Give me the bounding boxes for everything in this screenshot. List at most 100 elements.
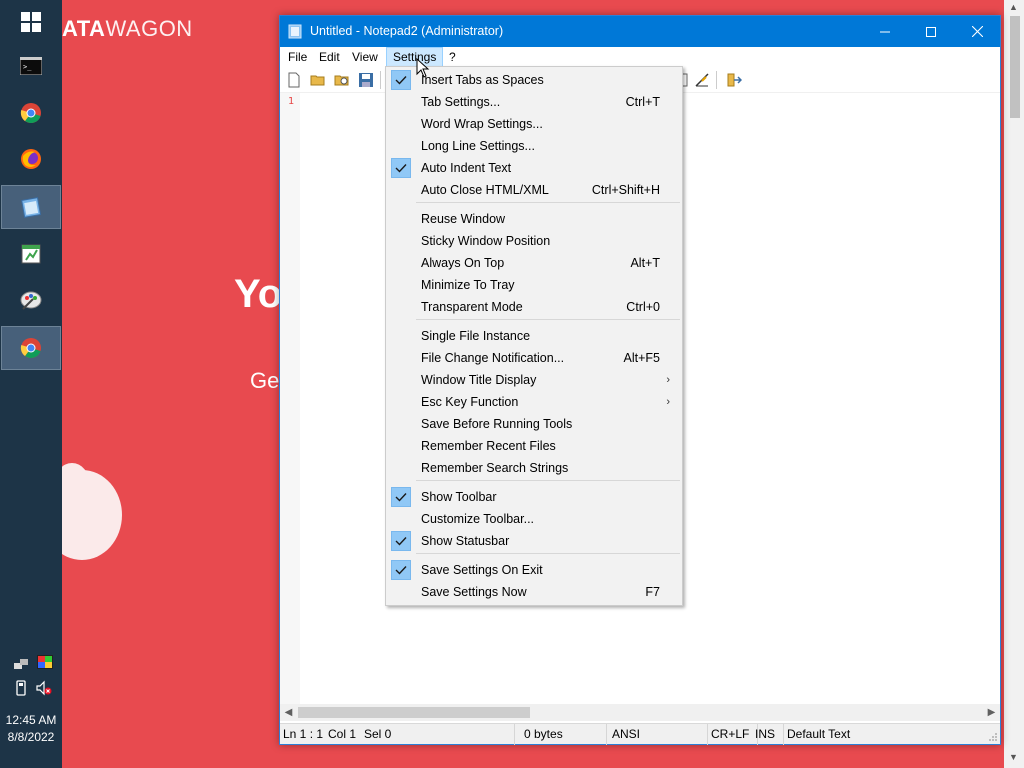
menu-view[interactable]: View [346, 47, 384, 67]
menu-item-esc-key-function[interactable]: Esc Key Function › [388, 391, 680, 413]
network-icon[interactable] [13, 656, 29, 672]
menu-edit[interactable]: Edit [313, 47, 346, 67]
maximize-button[interactable] [908, 16, 954, 47]
taskbar-firefox[interactable] [1, 137, 61, 181]
menu-item-remember-search-strings[interactable]: Remember Search Strings [388, 457, 680, 479]
menu-item-transparent-mode[interactable]: Transparent Mode Ctrl+0 [388, 296, 680, 318]
title-bar[interactable]: Untitled - Notepad2 (Administrator) [280, 16, 1000, 47]
taskbar-editor[interactable] [1, 232, 61, 276]
scheme-icon[interactable] [694, 72, 710, 88]
menu-item-label: Esc Key Function [421, 395, 519, 409]
menu-item-label: Auto Indent Text [421, 161, 512, 175]
status-eol[interactable]: CR+LF [708, 724, 758, 745]
menu-item-save-before-running-tools[interactable]: Save Before Running Tools [388, 413, 680, 435]
status-line: Ln 1 : 1 [283, 727, 324, 741]
browser-scrollbar[interactable]: ▲ ▼ [1004, 0, 1024, 768]
resize-grip-icon[interactable] [988, 732, 998, 742]
minimize-button[interactable] [862, 16, 908, 47]
menu-item-long-line-settings[interactable]: Long Line Settings... [388, 135, 680, 157]
menu-item-always-on-top[interactable]: Always On Top Alt+T [388, 252, 680, 274]
menu-item-auto-indent-text[interactable]: Auto Indent Text [388, 157, 680, 179]
menu-item-label: Save Settings On Exit [421, 563, 543, 577]
browse-folder-icon[interactable] [334, 72, 350, 88]
windows-icon [21, 12, 41, 32]
menu-item-label: Window Title Display [421, 373, 537, 387]
menu-item-label: Word Wrap Settings... [421, 117, 543, 131]
menu-separator [416, 202, 680, 203]
notepad2-icon [288, 24, 302, 39]
close-button[interactable] [954, 16, 1000, 47]
menu-item-save-settings-now[interactable]: Save Settings Now F7 [388, 581, 680, 603]
checkmark-icon [391, 560, 411, 580]
checkmark-icon [391, 487, 411, 507]
mouse-cursor-icon [416, 58, 430, 78]
menu-item-minimize-to-tray[interactable]: Minimize To Tray [388, 274, 680, 296]
color-display-icon[interactable] [37, 655, 53, 671]
menu-bar: File Edit View Settings ? [280, 47, 1000, 67]
menu-item-label: Save Settings Now [421, 585, 527, 599]
status-encoding[interactable]: ANSI [609, 724, 708, 745]
menu-item-show-statusbar[interactable]: Show Statusbar [388, 530, 680, 552]
terminal-icon: >_ [20, 57, 42, 75]
scroll-right-icon[interactable]: ▶ [983, 704, 1000, 721]
menu-item-save-settings-on-exit[interactable]: Save Settings On Exit [388, 559, 680, 581]
horizontal-scrollbar[interactable]: ◀ ▶ [280, 704, 1000, 721]
menu-item-single-file-instance[interactable]: Single File Instance [388, 325, 680, 347]
spreadsheet-icon [21, 244, 41, 264]
new-file-icon[interactable] [286, 72, 302, 88]
taskbar-terminal[interactable]: >_ [1, 44, 61, 88]
menu-file[interactable]: File [282, 47, 313, 67]
open-folder-icon[interactable] [310, 72, 326, 88]
menu-item-file-change-notification[interactable]: File Change Notification... Alt+F5 [388, 347, 680, 369]
menu-item-label: Insert Tabs as Spaces [421, 73, 544, 87]
menu-item-reuse-window[interactable]: Reuse Window [388, 208, 680, 230]
exit-icon[interactable] [726, 72, 742, 88]
start-button[interactable] [1, 0, 61, 44]
clock-date[interactable]: 8/8/2022 [0, 729, 62, 746]
menu-item-word-wrap-settings[interactable]: Word Wrap Settings... [388, 113, 680, 135]
menu-item-label: Long Line Settings... [421, 139, 535, 153]
menu-separator [416, 480, 680, 481]
clock-time[interactable]: 12:45 AM [0, 712, 62, 729]
taskbar-paint[interactable] [1, 278, 61, 322]
menu-item-remember-recent-files[interactable]: Remember Recent Files [388, 435, 680, 457]
menu-item-label: Tab Settings... [421, 95, 501, 109]
scroll-left-icon[interactable]: ◀ [280, 704, 297, 721]
taskbar-notepad2[interactable] [1, 185, 61, 229]
window-title: Untitled - Notepad2 (Administrator) [310, 24, 504, 38]
volume-muted-icon[interactable] [36, 680, 52, 696]
menu-item-customize-toolbar[interactable]: Customize Toolbar... [388, 508, 680, 530]
save-icon[interactable] [358, 72, 374, 88]
browser-scroll-thumb[interactable] [1010, 16, 1020, 118]
menu-item-label: Save Before Running Tools [421, 417, 573, 431]
svg-text:>_: >_ [23, 63, 32, 71]
checkmark-icon [391, 70, 411, 90]
status-scheme[interactable]: Default Text [784, 724, 984, 745]
menu-item-label: Single File Instance [421, 329, 531, 343]
menu-item-sticky-window-position[interactable]: Sticky Window Position [388, 230, 680, 252]
menu-item-label: Reuse Window [421, 212, 506, 226]
site-headline: Yo [234, 272, 283, 316]
usb-device-icon[interactable] [13, 680, 29, 696]
menu-item-show-toolbar[interactable]: Show Toolbar [388, 486, 680, 508]
menu-item-insert-tabs-as-spaces[interactable]: Insert Tabs as Spaces [388, 69, 680, 91]
status-mode[interactable]: INS [752, 724, 784, 745]
menu-settings[interactable]: Settings [386, 47, 444, 67]
horizontal-scroll-thumb[interactable] [298, 707, 530, 718]
taskbar-chrome-2[interactable] [1, 326, 61, 370]
taskbar-chrome[interactable] [1, 91, 61, 135]
menu-help[interactable]: ? [443, 47, 462, 67]
menu-item-shortcut: F7 [645, 585, 660, 599]
line-number: 1 [288, 96, 295, 107]
menu-item-shortcut: Ctrl+Shift+H [591, 183, 660, 197]
menu-item-window-title-display[interactable]: Window Title Display › [388, 369, 680, 391]
menu-item-label: File Change Notification... [421, 351, 565, 365]
cloud-illustration [62, 463, 122, 560]
vertical-scrollbar-area[interactable] [983, 93, 1000, 704]
menu-separator [416, 553, 680, 554]
site-logo: ATAWAGON [62, 16, 193, 41]
status-size: 0 bytes [521, 724, 607, 745]
menu-item-label: Transparent Mode [421, 300, 523, 314]
menu-item-tab-settings[interactable]: Tab Settings... Ctrl+T [388, 91, 680, 113]
menu-item-auto-close-html-xml[interactable]: Auto Close HTML/XML Ctrl+Shift+H [388, 179, 680, 201]
